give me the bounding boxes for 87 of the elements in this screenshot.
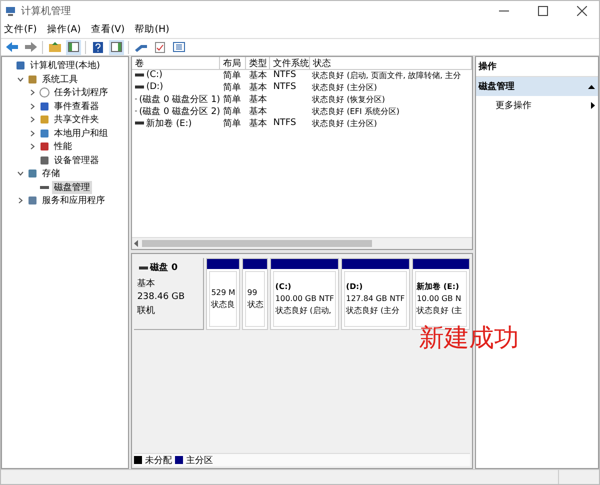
forward-button[interactable]: [23, 40, 38, 54]
table-cell-text: 简单: [223, 94, 242, 106]
table-cell-text: (磁盘 0 磁盘分区 2): [139, 106, 220, 118]
menu-item[interactable]: 文件(F): [4, 23, 37, 36]
table-cell-text: 基本: [249, 94, 268, 106]
disk-status: 联机: [137, 304, 156, 316]
table-cell-text: 简单: [223, 106, 242, 118]
back-button[interactable]: [4, 40, 19, 54]
node-icon: [39, 141, 50, 152]
table-cell-text: 简单: [223, 82, 242, 94]
node-icon: [27, 195, 38, 206]
column-header[interactable]: 文件系统: [270, 57, 310, 70]
partition-header-bar: [412, 259, 469, 269]
table-cell-text: 简单: [223, 70, 242, 82]
column-header[interactable]: 状态: [310, 57, 472, 70]
tree-item[interactable]: 存储: [40, 167, 62, 180]
tree-item[interactable]: 服务和应用程序: [40, 194, 107, 208]
submenu-arrow-icon: [591, 102, 595, 109]
computer-management-icon: [5, 6, 16, 16]
partition-header-bar: [342, 259, 409, 269]
node-icon: [39, 100, 50, 112]
menu-item[interactable]: 帮助(H): [134, 23, 170, 36]
check-button[interactable]: [152, 40, 167, 54]
legend-label: 主分区: [186, 454, 214, 466]
action-item[interactable]: 更多操作: [476, 96, 598, 115]
scroll-thumb[interactable]: [142, 240, 372, 247]
maximize-icon: [538, 6, 548, 16]
close-icon: [577, 6, 587, 16]
collapse-icon: [588, 84, 595, 88]
window-title: 计算机管理: [21, 4, 72, 18]
table-cell: NTFS: [273, 70, 296, 80]
table-cell-text: 基本: [249, 106, 268, 118]
expanded-chevron-icon[interactable]: [17, 76, 24, 83]
node-icon: [27, 74, 38, 85]
action-pane-button[interactable]: [109, 40, 124, 54]
legend-label: 未分配: [145, 454, 172, 466]
disk-size: 238.46 GB: [137, 292, 186, 302]
table-cell-text: 简单: [223, 118, 242, 130]
table-cell: (C:): [146, 70, 163, 80]
partition-header-bar: [271, 259, 338, 269]
partition-header-bar: [243, 259, 268, 269]
node-icon: [39, 128, 50, 139]
table-cell: NTFS: [273, 118, 296, 128]
table-cell-text: 状态良好 (启动, 页面文件, 故障转储, 主分: [311, 70, 462, 81]
column-header[interactable]: 布局: [220, 57, 246, 70]
node-icon: [39, 154, 50, 166]
collapsed-chevron-icon[interactable]: [17, 197, 24, 204]
node-icon: [39, 114, 50, 126]
menu-item[interactable]: 操作(A): [46, 23, 81, 36]
node-icon: [27, 168, 38, 180]
table-cell-text: 基本: [249, 118, 268, 130]
table-cell: NTFS: [273, 82, 296, 92]
expanded-chevron-icon[interactable]: [17, 170, 24, 178]
tree-item[interactable]: 任务计划程序: [52, 86, 110, 100]
horizontal-scrollbar[interactable]: [132, 237, 472, 249]
table-cell-text: 新加卷 (E:): [146, 118, 192, 130]
tree-item[interactable]: 本地用户和组: [52, 126, 110, 140]
actions-section[interactable]: 磁盘管理: [476, 77, 598, 96]
table-cell-text: (磁盘 0 磁盘分区 1): [139, 94, 220, 106]
column-header[interactable]: 类型: [246, 57, 270, 70]
tree-item[interactable]: 共享文件夹: [52, 113, 101, 126]
tree-item[interactable]: 系统工具: [40, 72, 80, 86]
tree-item[interactable]: 磁盘管理: [52, 180, 92, 194]
partition-header-bar: [207, 259, 240, 269]
volume-icon: [139, 266, 148, 270]
tree-item[interactable]: 设备管理器: [52, 154, 101, 167]
table-cell-text: 基本: [249, 70, 268, 82]
disk-name: 磁盘 0: [150, 262, 178, 274]
menu-item[interactable]: 查看(V): [90, 23, 125, 36]
node-icon: [15, 60, 26, 72]
table-cell: (D:): [146, 82, 164, 92]
table-cell-text: 状态良好 (主分区): [311, 118, 378, 129]
disk-type: 基本: [137, 278, 156, 290]
console-tree-button[interactable]: [66, 40, 81, 54]
properties-button[interactable]: [171, 40, 186, 54]
up-folder-button[interactable]: [47, 40, 62, 54]
table-cell-text: 状态良好 (EFI 系统分区): [311, 106, 401, 117]
tree-item[interactable]: 性能: [52, 140, 74, 154]
tree-item[interactable]: 事件查看器: [52, 100, 101, 113]
table-cell-text: 状态良好 (主分区): [311, 82, 378, 93]
table-cell-text: 状态良好 (恢复分区): [311, 94, 386, 105]
clock-icon: [39, 87, 50, 98]
help-button[interactable]: [90, 40, 105, 54]
tree-item[interactable]: 计算机管理(本地): [28, 59, 102, 72]
scroll-left-icon: [134, 240, 140, 247]
column-header[interactable]: 卷: [132, 57, 220, 70]
table-cell-text: 基本: [249, 82, 268, 94]
